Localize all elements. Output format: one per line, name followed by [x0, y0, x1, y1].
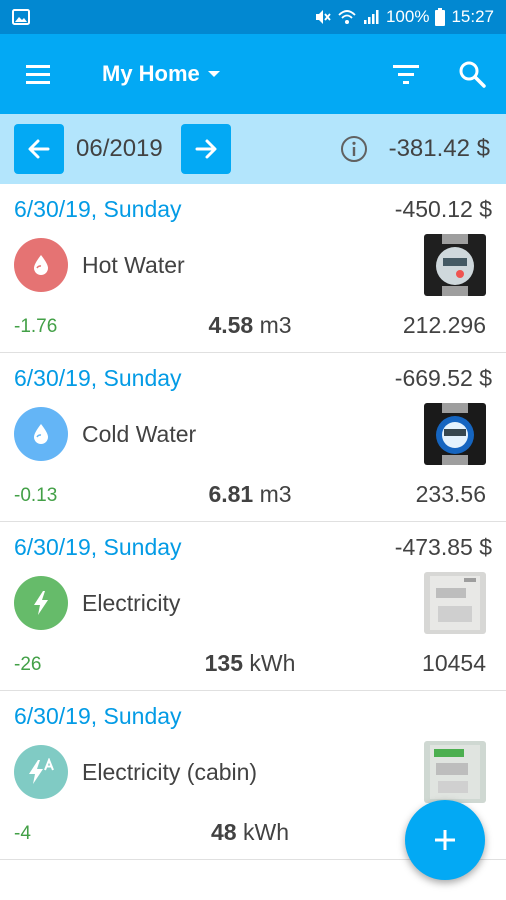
water-drop-icon	[14, 407, 68, 461]
meter-name: Hot Water	[82, 251, 185, 278]
previous-month-button[interactable]	[14, 124, 64, 174]
meter-reading: 212.296	[402, 312, 486, 338]
app-bar: My Home	[0, 34, 506, 114]
add-reading-button[interactable]	[405, 800, 485, 880]
battery-percent: 100%	[385, 7, 430, 26]
next-month-button[interactable]	[181, 124, 231, 174]
search-icon[interactable]	[454, 56, 490, 92]
lightning-bolt-a-icon	[14, 745, 68, 799]
meter-reading: 233.56	[415, 481, 486, 507]
reading-delta: -1.76	[14, 316, 58, 337]
list-item[interactable]: 6/30/19, Sunday -473.85 $ Electricity -2…	[0, 522, 506, 691]
current-month: 06/2019	[76, 135, 163, 162]
arrow-right-icon	[195, 139, 217, 159]
usage-value: 48	[211, 819, 237, 845]
list-item[interactable]: 6/30/19, Sunday -669.52 $ Cold Water -0.…	[0, 353, 506, 522]
wifi-icon	[338, 10, 356, 24]
usage-unit: m3	[253, 312, 292, 338]
reading-cost: -669.52 $	[394, 365, 492, 391]
battery-icon	[435, 8, 446, 26]
reading-date: 6/30/19, Sunday	[14, 196, 182, 222]
usage-amount: 4.58 m3	[150, 312, 350, 339]
meter-photo-thumbnail[interactable]	[424, 572, 486, 634]
meter-photo-thumbnail[interactable]	[424, 234, 486, 296]
gallery-notification-icon	[12, 9, 30, 25]
home-selector[interactable]: My Home	[102, 34, 220, 114]
usage-unit: kWh	[236, 819, 289, 845]
usage-value: 4.58	[208, 312, 254, 338]
period-total: -381.42 $	[388, 135, 490, 162]
plus-icon	[435, 830, 455, 850]
reading-cost: -450.12 $	[394, 196, 492, 222]
page-title: My Home	[102, 61, 200, 86]
meter-photo-thumbnail[interactable]	[424, 741, 486, 803]
menu-icon[interactable]	[20, 56, 56, 92]
reading-delta: -26	[14, 654, 42, 675]
meter-reading: 10454	[422, 650, 486, 676]
reading-date: 6/30/19, Sunday	[14, 703, 182, 729]
reading-cost: -473.85 $	[394, 534, 492, 560]
reading-date: 6/30/19, Sunday	[14, 534, 182, 560]
meter-photo-thumbnail[interactable]	[424, 403, 486, 465]
list-item[interactable]: 6/30/19, Sunday -450.12 $ Hot Water -1.7…	[0, 184, 506, 353]
signal-icon	[363, 10, 379, 24]
usage-unit: kWh	[242, 650, 296, 676]
status-icons: 100% 15:27	[314, 0, 494, 34]
usage-amount: 135 kWh	[150, 650, 350, 677]
reading-delta: -0.13	[14, 485, 58, 506]
info-icon[interactable]	[340, 135, 368, 163]
meter-name: Cold Water	[82, 420, 197, 447]
usage-unit: m3	[253, 481, 292, 507]
clock: 15:27	[451, 7, 494, 26]
water-drop-icon	[14, 238, 68, 292]
meter-name: Electricity	[82, 589, 181, 616]
usage-amount: 48 kWh	[150, 819, 350, 846]
usage-amount: 6.81 m3	[150, 481, 350, 508]
mute-icon	[315, 10, 331, 24]
usage-value: 135	[204, 650, 243, 676]
lightning-bolt-icon	[14, 576, 68, 630]
arrow-left-icon	[28, 139, 50, 159]
dropdown-arrow-icon	[207, 71, 220, 77]
filter-icon[interactable]	[388, 56, 424, 92]
reading-date: 6/30/19, Sunday	[14, 365, 182, 391]
usage-value: 6.81	[208, 481, 254, 507]
period-bar: 06/2019 -381.42 $	[0, 114, 506, 184]
status-bar: 100% 15:27	[0, 0, 506, 34]
readings-list: 6/30/19, Sunday -450.12 $ Hot Water -1.7…	[0, 184, 506, 860]
reading-delta: -4	[14, 823, 31, 844]
meter-name: Electricity (cabin)	[82, 758, 258, 785]
